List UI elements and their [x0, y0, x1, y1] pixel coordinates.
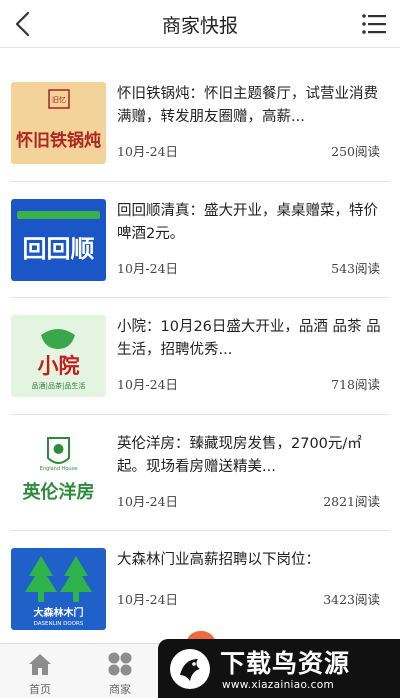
home-icon — [29, 654, 51, 675]
thumbnail-image: 大森林木门 DASENLIN DOORS — [11, 548, 106, 630]
svg-text:怀旧铁锅炖: 怀旧铁锅炖 — [16, 130, 101, 151]
tab-label: 商家 — [109, 683, 131, 696]
list-item[interactable]: 旧忆 怀旧铁锅炖 怀旧铁锅炖：怀旧主题餐厅，试营业消费满赠，转发朋友圈赠，高薪.… — [10, 65, 390, 182]
list-menu-icon[interactable] — [360, 10, 388, 38]
watermark-text: 下载鸟资源 — [220, 649, 351, 678]
item-date: 10月-24日 — [117, 260, 179, 276]
thumbnail-image: 旧忆 怀旧铁锅炖 — [11, 82, 106, 164]
tab-home[interactable]: 首页 — [0, 644, 80, 698]
svg-text:England House: England House — [40, 466, 78, 472]
svg-text:DASENLIN DOORS: DASENLIN DOORS — [34, 621, 84, 627]
page-title: 商家快报 — [161, 15, 238, 37]
item-title: 回回顺清真：盛大开业，桌桌赠菜，特价啤酒2元。 — [117, 202, 378, 242]
list-item[interactable]: 大森林木门 DASENLIN DOORS 大森林门业高薪招聘以下岗位： 10月-… — [10, 531, 390, 631]
news-list: 旧忆 怀旧铁锅炖 怀旧铁锅炖：怀旧主题餐厅，试营业消费满赠，转发朋友圈赠，高薪.… — [0, 65, 400, 631]
item-date: 10月-24日 — [117, 493, 179, 509]
watermark-url: www.xiazainiao.com — [222, 679, 334, 691]
list-item[interactable]: 回回顺 回回顺清真：盛大开业，桌桌赠菜，特价啤酒2元。 10月-24日 543阅… — [10, 182, 390, 298]
item-title: 大森林门业高薪招聘以下岗位： — [117, 552, 320, 568]
watermark: 下载鸟资源 www.xiazainiao.com — [158, 639, 400, 698]
item-read-count: 543阅读 — [331, 260, 380, 276]
thumbnail-image: 回回顺 — [11, 198, 106, 281]
svg-text:旧忆: 旧忆 — [52, 95, 66, 104]
item-read-count: 3423阅读 — [323, 592, 380, 607]
tab-label: 首页 — [29, 683, 51, 696]
svg-text:品酒|品茶|品生活: 品酒|品茶|品生活 — [32, 381, 86, 390]
svg-text:小院: 小院 — [38, 354, 80, 378]
bird-logo-icon — [170, 649, 210, 689]
list-item[interactable]: England House 英伦洋房 英伦洋房：臻藏现房发售，2700元/㎡起。… — [10, 415, 390, 531]
thumbnail-image: 小院 品酒|品茶|品生活 — [11, 315, 106, 397]
item-read-count: 718阅读 — [331, 377, 380, 392]
item-date: 10月-24日 — [117, 592, 179, 607]
item-read-count: 250阅读 — [331, 144, 380, 159]
list-item[interactable]: 小院 品酒|品茶|品生活 小院：10月26日盛大开业，品酒 品茶 品生活，招聘优… — [10, 298, 390, 415]
thumbnail-image: England House 英伦洋房 — [11, 431, 106, 514]
tab-merchants[interactable]: 商家 — [80, 644, 160, 698]
svg-text:英伦洋房: 英伦洋房 — [22, 481, 95, 503]
item-title: 英伦洋房：臻藏现房发售，2700元/㎡起。现场看房赠送精美... — [117, 435, 362, 475]
item-date: 10月-24日 — [117, 144, 179, 159]
svg-text:回回顺: 回回顺 — [23, 235, 95, 263]
item-read-count: 2821阅读 — [323, 493, 380, 509]
header-bar: 商家快报 — [0, 0, 400, 48]
item-date: 10月-24日 — [117, 377, 179, 392]
item-title: 小院：10月26日盛大开业，品酒 品茶 品生活，招聘优秀... — [117, 319, 381, 358]
item-title: 怀旧铁锅炖：怀旧主题餐厅，试营业消费满赠，转发朋友圈赠，高薪... — [117, 86, 378, 125]
grid-icon — [108, 652, 132, 676]
svg-text:大森林木门: 大森林木门 — [34, 606, 84, 619]
